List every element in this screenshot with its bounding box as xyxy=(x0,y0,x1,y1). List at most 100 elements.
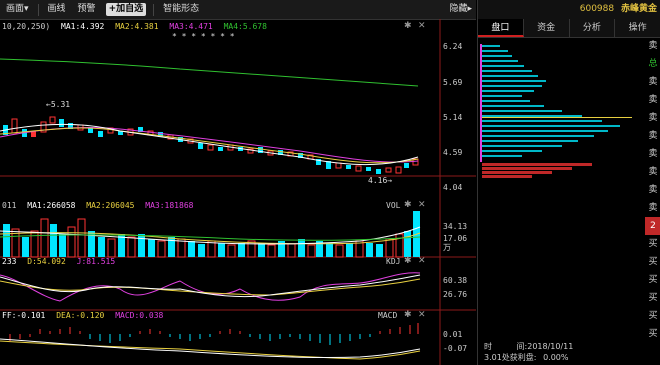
macd-dif: FF:-0.101 xyxy=(2,311,46,320)
chip-bars-cyan xyxy=(482,45,620,157)
date-value: 间:2018/10/11 xyxy=(516,342,574,351)
chip-range-bar xyxy=(480,44,482,162)
kdj-j: J:81.515 xyxy=(76,257,116,266)
chip-info: 时 间:2018/10/11 3.01处获利盘: 0.00% xyxy=(484,341,573,363)
vol-legend: 011 MA1:266058 MA2:206045 MA3:181868 xyxy=(2,201,199,210)
side-label: 买 xyxy=(648,293,658,303)
macd-title: MACD xyxy=(378,311,398,320)
profit-value: 0.00% xyxy=(543,353,569,362)
vol-title: VOL xyxy=(386,201,401,210)
price-tick: 5.69 xyxy=(443,78,463,87)
macd-settings-icon[interactable]: ✱ xyxy=(404,310,412,320)
kdj-d-line xyxy=(0,278,421,296)
tab-orderbook[interactable]: 盘口 xyxy=(478,19,524,37)
price-tick: 6.24 xyxy=(443,42,463,51)
tab-analysis[interactable]: 分析 xyxy=(570,19,616,37)
kdj-d: D:54.092 xyxy=(27,257,66,266)
candle xyxy=(49,116,56,124)
side-label: 总 xyxy=(648,59,658,69)
side-label: 卖 xyxy=(648,203,658,213)
side-label: 卖 xyxy=(648,77,658,87)
candle xyxy=(385,167,392,173)
add-favorite-button[interactable]: +加自选 xyxy=(105,3,147,16)
chart-toolbar: 画面▾ 画线 预警 +加自选 智能形态 隐藏▸ xyxy=(0,0,476,20)
candle xyxy=(11,118,18,134)
macd-dif-line xyxy=(0,338,421,359)
low-price-marker: 4.16→ xyxy=(368,176,393,185)
order-side-labels: 卖 总 卖 卖 卖 卖 卖 卖 卖 卖 2 买 买 买 买 买 买 xyxy=(645,37,660,357)
chip-bars-red xyxy=(482,163,592,178)
candle xyxy=(376,169,381,174)
kdj-k: 233 xyxy=(2,257,17,266)
kdj-legend: 233 D:54.092 J:81.515 xyxy=(2,257,121,266)
side-label: 买 xyxy=(648,275,658,285)
macd-bars xyxy=(9,323,419,345)
candle xyxy=(366,167,371,171)
toolbar-separator xyxy=(37,3,39,16)
macd-tick: 0.01 xyxy=(443,330,463,339)
vol-settings-icon[interactable]: ✱ xyxy=(404,200,412,210)
candle xyxy=(98,131,103,137)
stock-code: 600988 xyxy=(579,4,615,14)
side-label: 卖 xyxy=(648,167,658,177)
vol-ma2: MA2:206045 xyxy=(86,201,135,210)
stock-name: 赤峰黄金 xyxy=(620,4,657,14)
toolbar-item-alert[interactable]: 预警 xyxy=(72,0,102,19)
kdj-settings-icon[interactable]: ✱ xyxy=(404,256,412,266)
high-price-marker: ←5.31 xyxy=(46,100,71,109)
side-label: 买 xyxy=(648,329,658,339)
vol-unit: 万 xyxy=(443,243,451,252)
side-label: 买 xyxy=(648,311,658,321)
macd-close-icon[interactable]: ✕ xyxy=(418,310,426,320)
macd-value: MACD:0.038 xyxy=(115,311,164,320)
current-price-highlight: 2 xyxy=(645,217,660,235)
toolbar-item-smart-pattern[interactable]: 智能形态 xyxy=(157,0,205,19)
ma1-line xyxy=(0,123,419,166)
side-label: 买 xyxy=(648,257,658,267)
tab-operate[interactable]: 操作 xyxy=(615,19,660,37)
candle xyxy=(198,143,203,149)
vol-close-icon[interactable]: ✕ xyxy=(418,200,426,210)
candle xyxy=(59,119,64,127)
side-label: 卖 xyxy=(648,131,658,141)
side-label: 买 xyxy=(648,239,658,249)
toolbar-item-screen[interactable]: 画面▾ xyxy=(0,0,35,19)
macd-legend: FF:-0.101 DEA:-0.120 MACD:0.038 xyxy=(2,311,169,320)
macd-dea: DEA:-0.120 xyxy=(56,311,105,320)
vol-value: 011 xyxy=(2,201,17,210)
candle xyxy=(355,165,362,172)
kdj-title: KDJ xyxy=(386,257,401,266)
kdj-close-icon[interactable]: ✕ xyxy=(418,256,426,266)
kdj-tick: 26.76 xyxy=(443,290,468,299)
chip-distribution-chart xyxy=(480,44,632,178)
kdj-tick: 60.38 xyxy=(443,276,468,285)
toolbar-separator xyxy=(153,3,155,16)
candle xyxy=(404,163,409,168)
side-label: 卖 xyxy=(648,113,658,123)
candle xyxy=(207,144,214,151)
avg-cost-line xyxy=(482,117,632,118)
candle xyxy=(395,166,402,174)
side-label: 卖 xyxy=(648,185,658,195)
tab-funds[interactable]: 资金 xyxy=(524,19,570,37)
candle xyxy=(335,162,342,169)
price-tick: 4.59 xyxy=(443,148,463,157)
price-tick: 5.14 xyxy=(443,113,463,122)
side-label: 卖 xyxy=(648,149,658,159)
stock-title: 600988 赤峰黄金 xyxy=(478,0,660,19)
panel-tabs: 盘口 资金 分析 操作 xyxy=(478,19,660,38)
toolbar-item-draw[interactable]: 画线 xyxy=(42,0,72,19)
hide-button[interactable]: 隐藏▸ xyxy=(449,0,472,19)
vol-ma3: MA3:181868 xyxy=(145,201,194,210)
ma4-line xyxy=(0,58,419,87)
vol-tick: 34.13 xyxy=(443,222,468,231)
side-label: 卖 xyxy=(648,95,658,105)
candle xyxy=(346,165,351,169)
candles xyxy=(3,116,419,174)
side-label: 卖 xyxy=(648,41,658,51)
macd-tick: -0.07 xyxy=(443,344,468,353)
right-panel: 600988 赤峰黄金 盘口 资金 分析 操作 卖 总 卖 卖 卖 卖 卖 卖 … xyxy=(477,0,660,365)
vol-ma1: MA1:266058 xyxy=(27,201,76,210)
price-tick: 4.04 xyxy=(443,183,463,192)
candle xyxy=(218,147,223,151)
